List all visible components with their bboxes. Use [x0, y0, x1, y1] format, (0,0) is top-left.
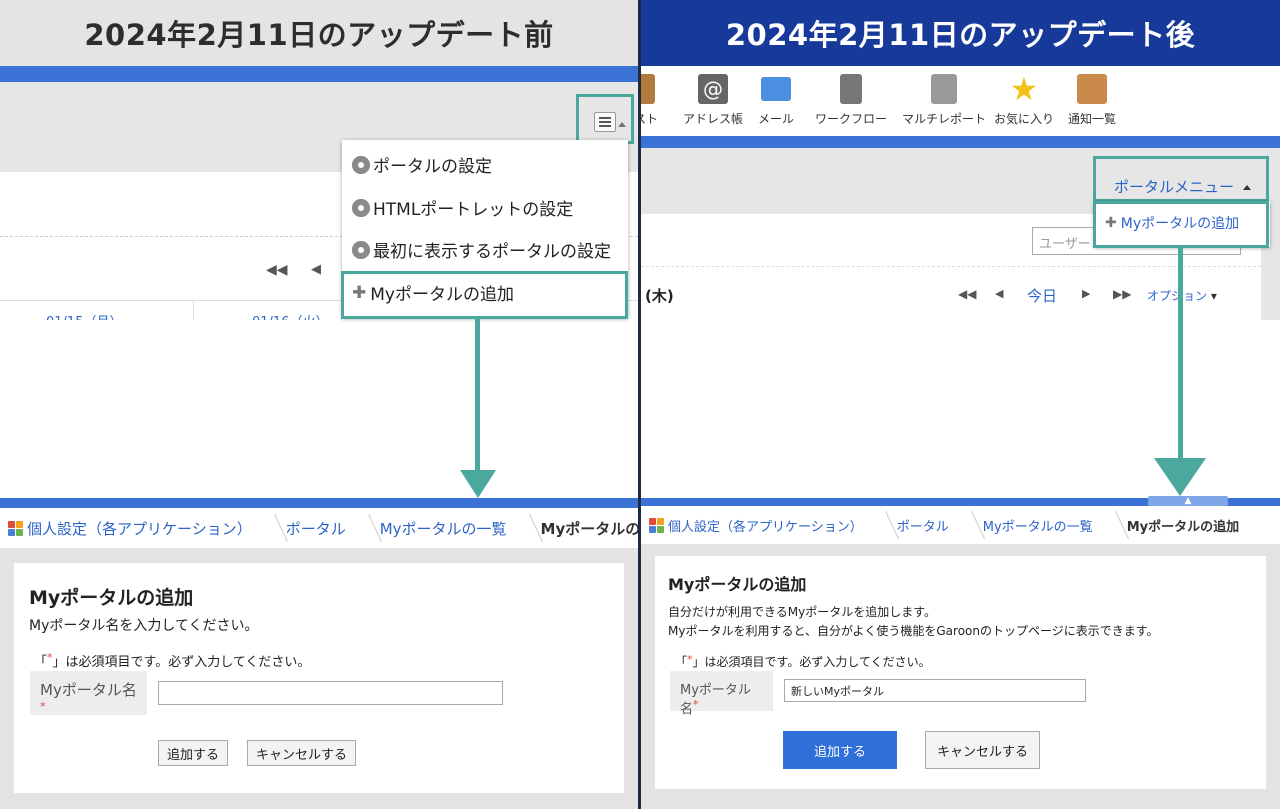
left-arrow-icon[interactable]: ◀ [311, 262, 321, 277]
after-title: 2024年2月11日のアップデート後 [641, 0, 1280, 66]
gear-icon [352, 198, 370, 217]
arrow-shaft [1178, 248, 1183, 460]
left-arrow-icon[interactable]: ◀ [995, 287, 1003, 300]
toolbar-mail[interactable]: メール [737, 74, 815, 127]
right-arrow-icon[interactable]: ▶ [1082, 287, 1090, 300]
highlight-add-my-portal [341, 271, 628, 319]
before-panel: 2024年2月11日のアップデート前 ◀◀ ◀ 01/15（月） 01/16（火… [0, 0, 638, 809]
breadcrumb-my-portal-list[interactable]: Myポータルの一覧 [983, 506, 1093, 544]
inbox-icon [1077, 74, 1107, 104]
gear-icon [352, 240, 370, 259]
toolbar-favorites[interactable]: ★ お気に入り [985, 70, 1063, 127]
workflow-stamp-icon [840, 74, 862, 104]
double-left-arrow-icon[interactable]: ◀◀ [266, 262, 288, 278]
required-note: 「*」は必須項目です。必ず入力してください。 [675, 653, 931, 669]
breadcrumb-current: Myポータルの追加 [540, 519, 638, 538]
calendar-day: (木) [645, 287, 674, 305]
after-panel: 2024年2月11日のアップデート後 リスト @ アドレス帳 メール ワークフロ… [641, 0, 1280, 809]
multi-report-icon [931, 74, 957, 104]
double-right-arrow-icon[interactable]: ▶▶ [1113, 287, 1131, 301]
collapse-handle[interactable]: ▲ [1148, 496, 1228, 506]
list-icon [641, 74, 655, 104]
menu-item-html-portlet-settings[interactable]: HTMLポートレットの設定 [352, 195, 638, 220]
arrow-down-icon [460, 470, 496, 498]
arrow-down-icon [1154, 458, 1206, 496]
settings-app-icon [649, 517, 664, 533]
header-stripe [641, 136, 1280, 148]
breadcrumb-personal-settings[interactable]: 個人設定（各アプリケーション） [27, 508, 252, 548]
menu-item-portal-settings[interactable]: ポータルの設定 [352, 152, 638, 177]
my-portal-name-input[interactable] [158, 681, 503, 705]
required-note: 「*」は必須項目です。必ず入力してください。 [34, 651, 311, 670]
divider [641, 266, 1261, 267]
breadcrumb-personal-settings[interactable]: 個人設定（各アプリケーション） [668, 506, 863, 544]
form-card: Myポータルの追加 Myポータル名を入力してください。 「*」は必須項目です。必… [14, 563, 624, 793]
address-book-icon: @ [698, 74, 728, 104]
cancel-button[interactable]: キャンセルする [247, 740, 356, 766]
star-icon: ★ [1009, 70, 1039, 108]
add-button[interactable]: 追加する [783, 731, 897, 769]
form-heading: Myポータルの追加 [668, 575, 807, 594]
before-title: 2024年2月11日のアップデート前 [0, 0, 638, 66]
cancel-button[interactable]: キャンセルする [925, 731, 1040, 769]
form-description-1: 自分だけが利用できるMyポータルを追加します。 [668, 605, 937, 619]
caret-up-icon [618, 122, 626, 127]
toolbar-workflow[interactable]: ワークフロー [806, 74, 896, 127]
form-description-2: Myポータルを利用すると、自分がよく使う機能をGaroonのトップページに表示で… [668, 624, 1159, 638]
highlight-add-my-portal [1093, 201, 1269, 248]
form-description: Myポータル名を入力してください。 [29, 618, 259, 634]
toolbar-multi-report[interactable]: マルチレポート [894, 74, 994, 127]
header-stripe [0, 66, 638, 82]
gear-icon [352, 155, 370, 174]
field-label: Myポータル名* [30, 671, 147, 715]
add-button[interactable]: 追加する [158, 740, 228, 766]
form-card: Myポータルの追加 自分だけが利用できるMyポータルを追加します。 Myポータル… [655, 556, 1266, 789]
arrow-shaft [475, 319, 480, 471]
screen-stripe [0, 498, 638, 508]
menu-item-initial-portal-settings[interactable]: 最初に表示するポータルの設定 [352, 237, 638, 262]
highlight-portal-menu [1093, 156, 1269, 202]
breadcrumb: 個人設定（各アプリケーション） ポータル Myポータルの一覧 Myポータルの追加 [649, 506, 1239, 544]
form-heading: Myポータルの追加 [29, 587, 194, 609]
field-label: Myポータル名* [670, 671, 773, 717]
breadcrumb-portal[interactable]: ポータル [897, 506, 949, 544]
breadcrumb-current: Myポータルの追加 [1126, 519, 1240, 535]
calendar-area [641, 214, 1261, 498]
double-left-arrow-icon[interactable]: ◀◀ [958, 287, 976, 301]
breadcrumb-my-portal-list[interactable]: Myポータルの一覧 [380, 508, 507, 548]
menu-button[interactable] [594, 112, 616, 132]
my-portal-name-input[interactable]: 新しいMyポータル [784, 679, 1086, 702]
breadcrumb-portal[interactable]: ポータル [286, 508, 346, 548]
breadcrumb: 個人設定（各アプリケーション） ポータル Myポータルの一覧 Myポータルの追加 [8, 508, 638, 548]
toolbar-notifications[interactable]: 通知一覧 [1053, 74, 1131, 127]
settings-app-icon [8, 520, 23, 536]
calendar-body [0, 320, 638, 498]
today-button[interactable]: 今日 [1027, 285, 1057, 306]
mail-icon [761, 77, 791, 101]
